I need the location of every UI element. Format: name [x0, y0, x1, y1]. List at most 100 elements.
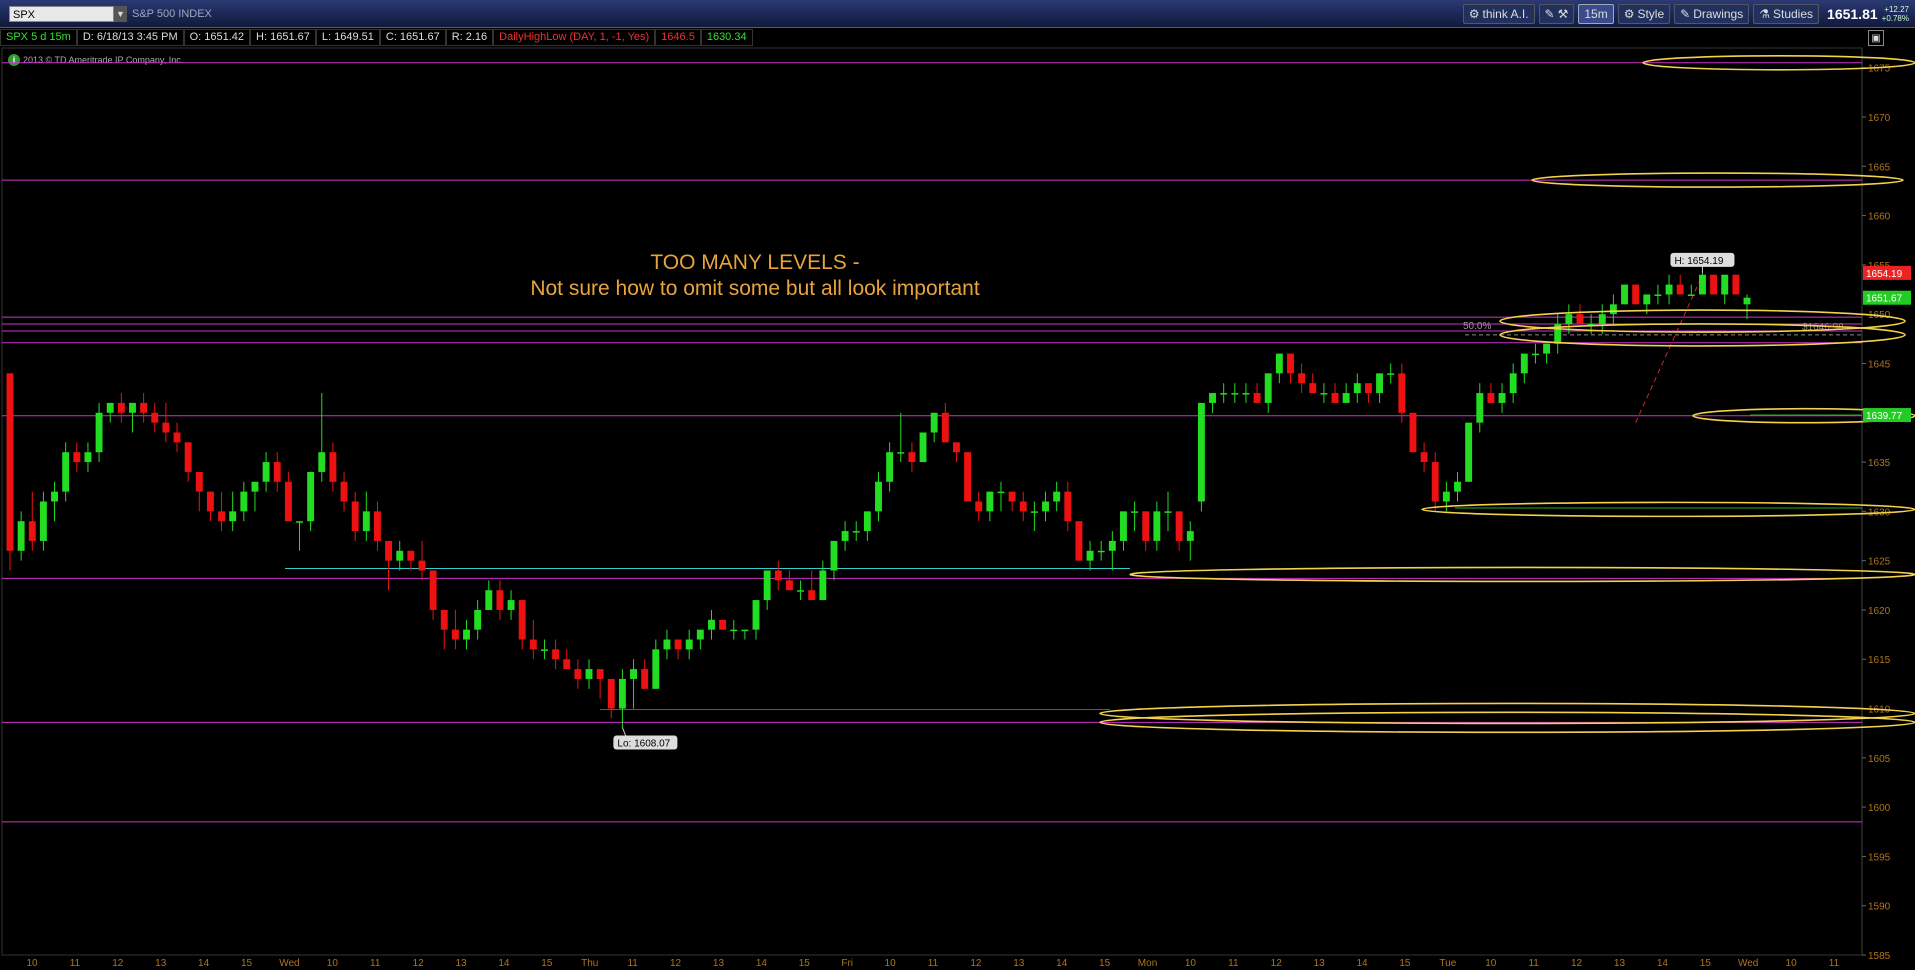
x-tick-label: 12	[413, 958, 425, 969]
candle-body	[1676, 284, 1684, 295]
y-tick-label: 1595	[1868, 852, 1891, 863]
candle-body	[1465, 422, 1473, 482]
candle-body	[1598, 314, 1606, 325]
x-tick-label: 11	[1829, 958, 1840, 969]
x-tick-label: 12	[670, 958, 682, 969]
candle-body	[852, 531, 860, 533]
high-label: H: 1654.19	[1674, 256, 1723, 267]
y-tick-label: 1615	[1868, 655, 1891, 666]
x-tick-label: Thu	[581, 958, 598, 969]
candle-body	[886, 452, 894, 482]
x-tick-label: 13	[455, 958, 467, 969]
candle-body	[529, 639, 537, 650]
candle-body	[741, 629, 749, 632]
candle-body	[1153, 511, 1161, 541]
candle-body	[730, 629, 738, 632]
y-tick-label: 1635	[1868, 458, 1891, 469]
candle-body	[84, 452, 92, 463]
candle-body	[1097, 550, 1105, 553]
candle-body	[106, 402, 114, 413]
candle-body	[563, 659, 571, 670]
y-tick-label: 1600	[1868, 803, 1891, 814]
candle-body	[763, 570, 771, 601]
x-tick-label: 14	[498, 958, 510, 969]
candle-body	[1186, 531, 1194, 541]
x-tick-label: 11	[1528, 958, 1539, 969]
candle-body	[1320, 393, 1328, 395]
candle-body	[1064, 491, 1072, 522]
candle-body	[674, 639, 682, 650]
x-tick-label: 15	[541, 958, 553, 969]
y-tick-label: 1620	[1868, 606, 1891, 617]
candle-body	[1376, 373, 1384, 394]
x-tick-label: Wed	[279, 958, 299, 969]
x-tick-label: 14	[1657, 958, 1669, 969]
candle-body	[708, 619, 715, 630]
candle-body	[1197, 402, 1205, 502]
fib-label: 50.0%	[1463, 321, 1491, 332]
candle-body	[975, 501, 983, 512]
x-tick-label: 11	[1228, 958, 1239, 969]
x-tick-label: 15	[1399, 958, 1411, 969]
x-tick-label: 11	[70, 958, 81, 969]
candle-body	[1331, 393, 1339, 403]
annotation-line-1: TOO MANY LEVELS -	[650, 251, 860, 274]
candle-body	[1498, 393, 1506, 403]
candle-body	[1454, 481, 1461, 492]
x-tick-label: 15	[241, 958, 253, 969]
candle-body	[1643, 294, 1651, 305]
x-tick-label: 11	[370, 958, 381, 969]
candle-body	[1665, 284, 1673, 295]
candle-body	[95, 412, 103, 453]
candle-body	[986, 491, 994, 512]
x-tick-label: 13	[1314, 958, 1326, 969]
candle-body	[140, 402, 148, 413]
candle-body	[663, 639, 671, 650]
y-tick-label: 1605	[1868, 754, 1891, 765]
candle-body	[218, 511, 226, 522]
candle-body	[1699, 274, 1706, 295]
candle-body	[28, 521, 36, 541]
candle-body	[752, 600, 760, 630]
y-tick-label: 1645	[1868, 359, 1891, 370]
candle-body	[1231, 393, 1239, 395]
candle-body	[418, 560, 426, 571]
candle-body	[919, 432, 927, 463]
candle-body	[696, 629, 704, 640]
candle-body	[206, 491, 214, 512]
plot-frame	[1, 47, 1863, 956]
x-tick-label: 14	[1056, 958, 1068, 969]
candle-body	[863, 511, 871, 532]
candle-body	[941, 412, 949, 443]
candle-body	[1387, 373, 1395, 375]
candle-body	[774, 570, 782, 581]
candle-body	[1075, 521, 1083, 561]
candle-body	[607, 678, 615, 709]
candle-body	[964, 452, 972, 502]
candle-body	[1353, 383, 1361, 394]
candle-body	[474, 609, 482, 630]
candle-body	[1609, 304, 1617, 315]
candle-body	[552, 649, 560, 660]
candle-body	[1420, 452, 1428, 463]
highlight-ellipse	[1099, 702, 1915, 725]
x-tick-label: Tue	[1439, 958, 1456, 969]
candle-body	[284, 481, 292, 522]
x-tick-label: 12	[1271, 958, 1283, 969]
candle-body	[596, 669, 604, 679]
y-tick-label: 1665	[1868, 162, 1891, 173]
y-tick-label: 1585	[1868, 951, 1891, 962]
price-chart[interactable]: 1585159015951600160516101615162016251630…	[0, 0, 1915, 970]
candle-body	[1654, 294, 1662, 296]
candle-body	[407, 550, 415, 561]
candle-body	[1008, 491, 1016, 502]
candle-body	[652, 649, 660, 689]
candle-body	[1042, 501, 1049, 512]
x-tick-label: 15	[799, 958, 811, 969]
x-tick-label: 12	[970, 958, 982, 969]
price-flag-label: 1654.19	[1866, 269, 1903, 280]
candle-body	[841, 531, 849, 541]
candle-body	[518, 600, 526, 640]
candle-body	[184, 442, 192, 472]
candle-body	[1531, 353, 1539, 356]
